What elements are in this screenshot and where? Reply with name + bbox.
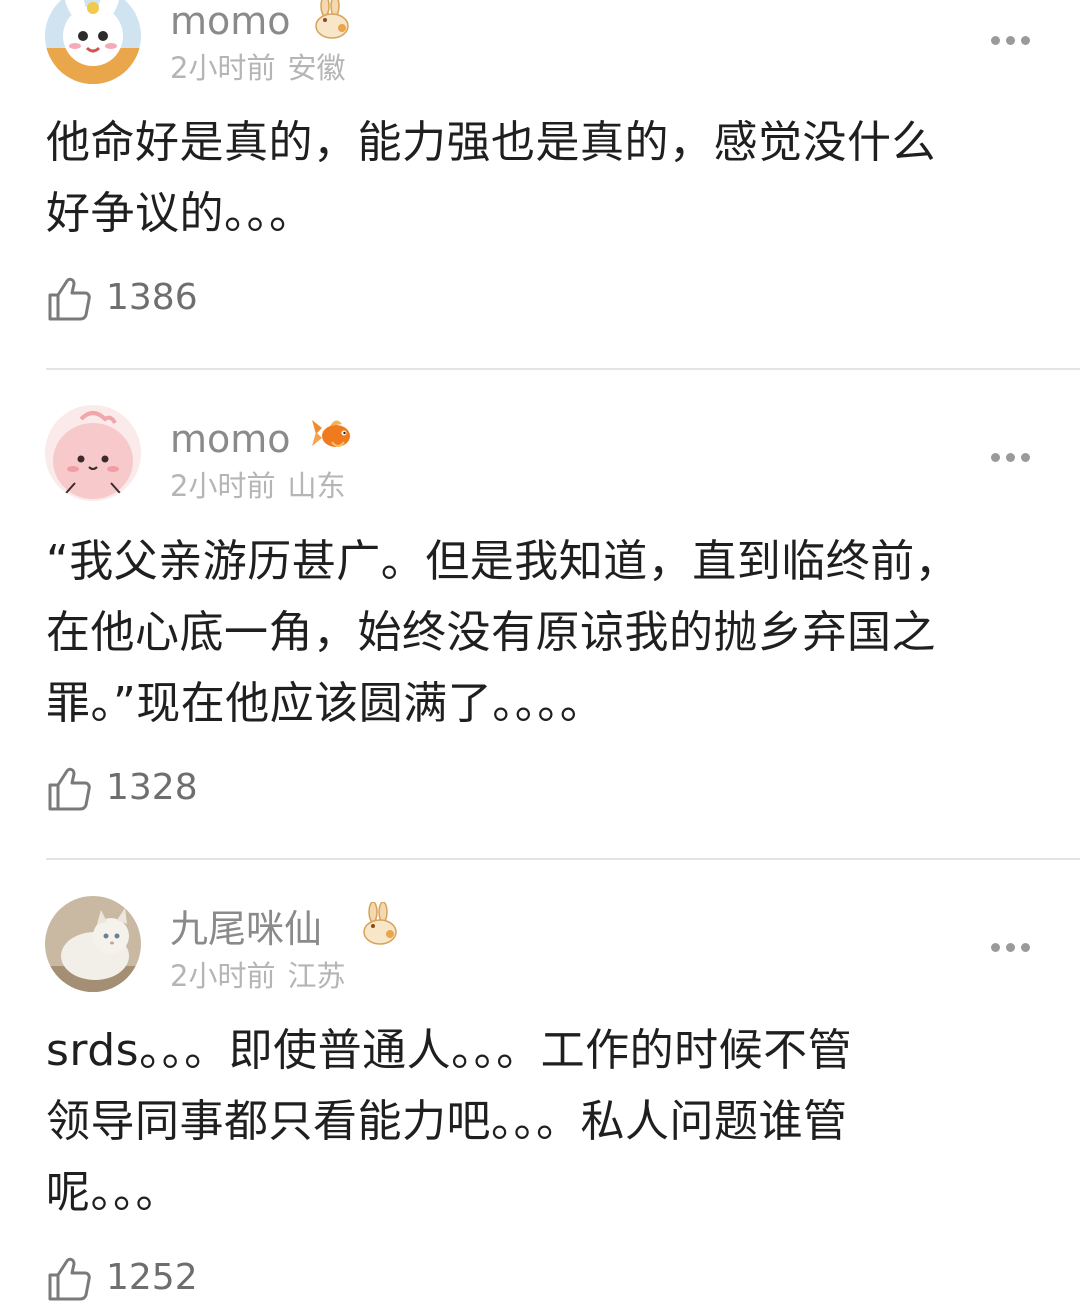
comment-time: 2小时前: [170, 959, 276, 993]
like-count: 1386: [106, 277, 198, 318]
comment-text-line: 好争议的。。。: [46, 188, 314, 239]
comment-text-line: 他命好是真的，能力强也是真的，感觉没什么: [46, 117, 936, 168]
more-options-icon[interactable]: [988, 939, 1034, 953]
comment-text-line: “我父亲游历甚广。但是我知道，直到临终前，: [46, 536, 960, 587]
rabbit-badge-icon: [315, 0, 349, 39]
comment-location: 山东: [287, 469, 346, 503]
more-options-icon[interactable]: [988, 449, 1034, 463]
comment-text-line: srds。。。即使普通人。。。工作的时候不管: [46, 1025, 853, 1076]
divider: [46, 858, 1080, 860]
like-count: 1252: [106, 1257, 198, 1298]
like-count: 1328: [106, 767, 198, 808]
thumbs-up-icon: [48, 277, 91, 321]
comment-text: “我父亲游历甚广。但是我知道，直到临终前， 在他心底一角，始终没有原谅我的抛乡弃…: [46, 526, 1036, 739]
comment-text-line: 领导同事都只看能力吧。。。私人问题谁管: [46, 1096, 848, 1147]
goldfish-badge-icon: [312, 420, 350, 447]
thumbs-up-icon: [48, 1257, 91, 1301]
comment-text-line: 呢。。。: [46, 1167, 180, 1218]
more-options-icon[interactable]: [988, 32, 1034, 46]
comment-time: 2小时前: [170, 51, 276, 85]
thumbs-up-icon: [48, 767, 91, 811]
comment-meta: 2小时前 江苏: [170, 962, 345, 991]
comment-text: srds。。。即使普通人。。。工作的时候不管 领导同事都只看能力吧。。。私人问题…: [46, 1015, 1036, 1228]
comment-text-line: 在他心底一角，始终没有原谅我的抛乡弃国之: [46, 607, 936, 658]
avatar[interactable]: [45, 896, 141, 992]
comment-text: 他命好是真的，能力强也是真的，感觉没什么 好争议的。。。: [46, 107, 1036, 249]
rabbit-badge-icon: [363, 902, 397, 945]
comment-location: 安徽: [287, 51, 346, 85]
comment-time: 2小时前: [170, 469, 276, 503]
username[interactable]: momo: [170, 420, 291, 458]
comment-location: 江苏: [287, 959, 346, 993]
divider: [46, 368, 1080, 370]
comment-meta: 2小时前 安徽: [170, 54, 345, 83]
username[interactable]: 九尾咪仙: [170, 910, 322, 948]
comment-text-line: 罪。”现在他应该圆满了。。。。: [46, 678, 605, 729]
comment-meta: 2小时前 山东: [170, 472, 345, 501]
username[interactable]: momo: [170, 2, 291, 40]
avatar[interactable]: [45, 0, 141, 84]
avatar[interactable]: [45, 405, 141, 501]
